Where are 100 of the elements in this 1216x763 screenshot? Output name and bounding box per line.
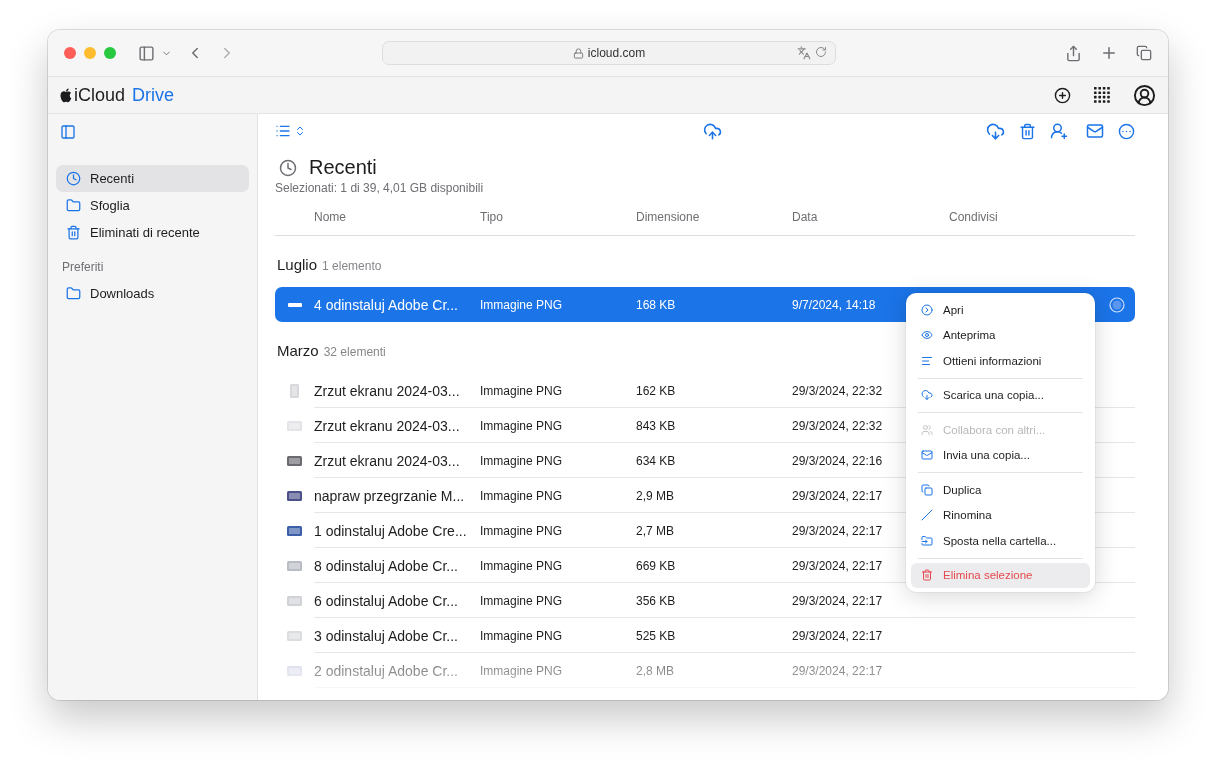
file-size: 2,8 MB (636, 663, 674, 678)
cloud-upload-icon[interactable] (703, 121, 722, 141)
cloud-download-icon[interactable] (986, 121, 1005, 141)
file-thumbnail-icon (287, 490, 302, 501)
file-type: Immagine PNG (480, 297, 563, 312)
brand-name: iCloud (74, 84, 126, 106)
file-thumbnail-icon (287, 420, 302, 431)
file-thumbnail-icon (287, 302, 302, 307)
file-thumbnail-icon (287, 665, 302, 676)
column-header[interactable]: Condivisi (949, 210, 998, 224)
apple-icon (60, 87, 72, 103)
sidebar-item[interactable]: Recenti (56, 165, 249, 192)
new-tab-icon[interactable] (1100, 44, 1118, 62)
file-size: 2,7 MB (636, 523, 674, 538)
file-name: 1 odinstaluj Adobe Cre... (314, 522, 467, 539)
tabs-overview-icon[interactable] (1136, 45, 1152, 61)
menu-item[interactable]: Duplica (911, 477, 1090, 503)
lines-icon (921, 354, 933, 367)
file-thumbnail-icon (290, 383, 299, 398)
file-name: Zrzut ekranu 2024-03... (314, 417, 460, 434)
list-view-icon[interactable] (275, 123, 291, 139)
clock-icon (279, 158, 297, 177)
file-date: 29/3/2024, 22:32 (792, 383, 883, 398)
group-count: 32 elementi (323, 345, 386, 359)
file-size: 356 KB (636, 593, 676, 608)
group-title: Marzo (277, 342, 319, 359)
file-date: 29/3/2024, 22:17 (792, 593, 883, 608)
file-thumbnail-icon (287, 455, 302, 466)
file-type: Immagine PNG (480, 663, 563, 678)
menu-item[interactable]: Scarica una copia... (911, 382, 1090, 408)
sidebar-item[interactable]: Sfoglia (56, 192, 249, 219)
file-size: 669 KB (636, 558, 676, 573)
column-header[interactable]: Tipo (480, 210, 503, 224)
column-header[interactable]: Dimensione (636, 210, 700, 224)
menu-item[interactable]: Sposta nella cartella... (911, 528, 1090, 554)
close-button[interactable] (64, 47, 76, 59)
add-person-icon[interactable] (1050, 122, 1068, 140)
file-name: Zrzut ekranu 2024-03... (314, 452, 460, 469)
file-name: napraw przegrzanie M... (314, 487, 465, 504)
trash-icon[interactable] (1019, 122, 1036, 140)
chevron-circle-icon (921, 303, 933, 316)
file-thumbnail-icon (287, 525, 302, 536)
menu-item[interactable]: Apri (911, 297, 1090, 323)
menu-item[interactable]: Rinomina (911, 502, 1090, 528)
file-name: 8 odinstaluj Adobe Cr... (314, 557, 458, 574)
group-count: 1 elemento (322, 259, 382, 273)
trash-icon (921, 569, 933, 582)
file-size: 843 KB (636, 418, 676, 433)
file-type: Immagine PNG (480, 523, 563, 538)
avatar-icon[interactable] (1133, 83, 1156, 107)
menu-item[interactable]: Invia una copia... (911, 442, 1090, 468)
file-name: 2 odinstaluj Adobe Cr... (314, 662, 458, 679)
trash-icon (66, 225, 81, 240)
menu-item[interactable]: Ottieni informazioni (911, 348, 1090, 374)
file-thumbnail-icon (287, 560, 302, 571)
file-type: Immagine PNG (480, 383, 563, 398)
sidebar-item[interactable]: Downloads (56, 280, 249, 307)
menu-item[interactable]: Anteprima (911, 322, 1090, 348)
share-icon[interactable] (1065, 44, 1082, 62)
file-name: Zrzut ekranu 2024-03... (314, 382, 460, 399)
circle-icon[interactable] (1109, 296, 1125, 313)
file-size: 2,9 MB (636, 488, 674, 503)
more-icon[interactable] (1118, 122, 1135, 140)
mail-icon (921, 449, 933, 462)
apps-grid-icon[interactable] (1093, 86, 1111, 104)
file-size: 525 KB (636, 628, 676, 643)
file-date: 29/3/2024, 22:17 (792, 488, 883, 503)
file-type: Immagine PNG (480, 593, 563, 608)
file-type: Immagine PNG (480, 628, 563, 643)
column-header[interactable]: Data (792, 210, 818, 224)
translate-icon[interactable] (797, 46, 811, 60)
file-thumbnail-icon (287, 630, 302, 641)
file-type: Immagine PNG (480, 558, 563, 573)
url-text: icloud.com (587, 46, 646, 60)
selection-summary: Selezionati: 1 di 39, 4,01 GB disponibili (275, 181, 485, 195)
lock-icon (572, 47, 584, 59)
address-bar[interactable]: icloud.com (382, 41, 836, 65)
reload-icon[interactable] (815, 46, 827, 58)
eye-icon (921, 329, 933, 342)
file-name: 6 odinstaluj Adobe Cr... (314, 592, 458, 609)
file-date: 29/3/2024, 22:17 (792, 628, 883, 643)
file-size: 168 KB (636, 297, 676, 312)
slash-icon (921, 509, 933, 522)
sidebar-toggle-icon[interactable] (60, 124, 76, 140)
sidebar-item[interactable]: Eliminati di recente (56, 219, 249, 246)
folder-icon (66, 286, 81, 301)
clock-icon (66, 171, 81, 186)
sidebar-toggle-icon[interactable] (138, 44, 155, 62)
page-title: Recenti (309, 156, 377, 179)
add-icon[interactable] (1054, 86, 1071, 104)
column-header[interactable]: Nome (314, 210, 346, 224)
product-name: Drive (132, 84, 175, 106)
section-heading: Preferiti (61, 259, 105, 276)
mail-icon[interactable] (1086, 122, 1104, 140)
file-date: 29/3/2024, 22:17 (792, 663, 883, 678)
file-thumbnail-icon (287, 595, 302, 606)
sort-icon[interactable] (294, 125, 306, 137)
file-name: 4 odinstaluj Adobe Cr... (314, 296, 458, 313)
cloud-download-icon (921, 389, 933, 402)
group-title: Luglio (277, 256, 318, 273)
